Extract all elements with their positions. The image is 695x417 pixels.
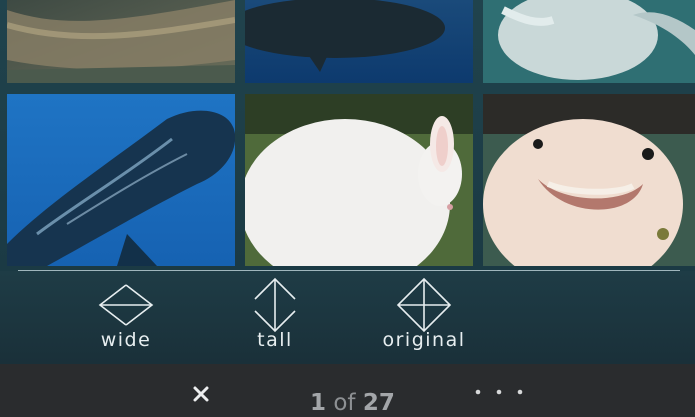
wide-option-button[interactable]: wide [66, 271, 186, 364]
close-button[interactable] [188, 380, 214, 406]
arrows-diamond-icon [396, 277, 452, 333]
close-icon [193, 386, 209, 402]
more-dots-icon [475, 389, 523, 395]
bottom-toolbar: 1 of 27 [0, 364, 695, 417]
original-label: original [382, 329, 466, 351]
more-button[interactable] [470, 384, 526, 400]
photo-grid [0, 0, 695, 272]
original-option-button[interactable]: original [364, 271, 484, 364]
total-pages: 27 [362, 390, 395, 416]
arrows-horizontal-icon [98, 284, 154, 326]
beluga-photo[interactable] [483, 0, 695, 83]
page-separator: of [333, 390, 356, 416]
page-counter: 1 of 27 [310, 390, 395, 416]
white-rabbit-photo[interactable] [245, 94, 473, 266]
wide-label: wide [100, 329, 152, 351]
axolotl-photo[interactable] [483, 94, 695, 266]
dark-whale-photo[interactable] [245, 0, 473, 83]
arrows-vertical-icon [254, 277, 296, 333]
tall-option-button[interactable]: tall [215, 271, 335, 364]
sperm-whale-photo[interactable] [7, 94, 235, 266]
current-page: 1 [310, 390, 327, 416]
moray-eel-photo[interactable] [7, 0, 235, 83]
crop-options-bar: wide tall original [0, 271, 695, 364]
tall-label: tall [257, 329, 293, 351]
